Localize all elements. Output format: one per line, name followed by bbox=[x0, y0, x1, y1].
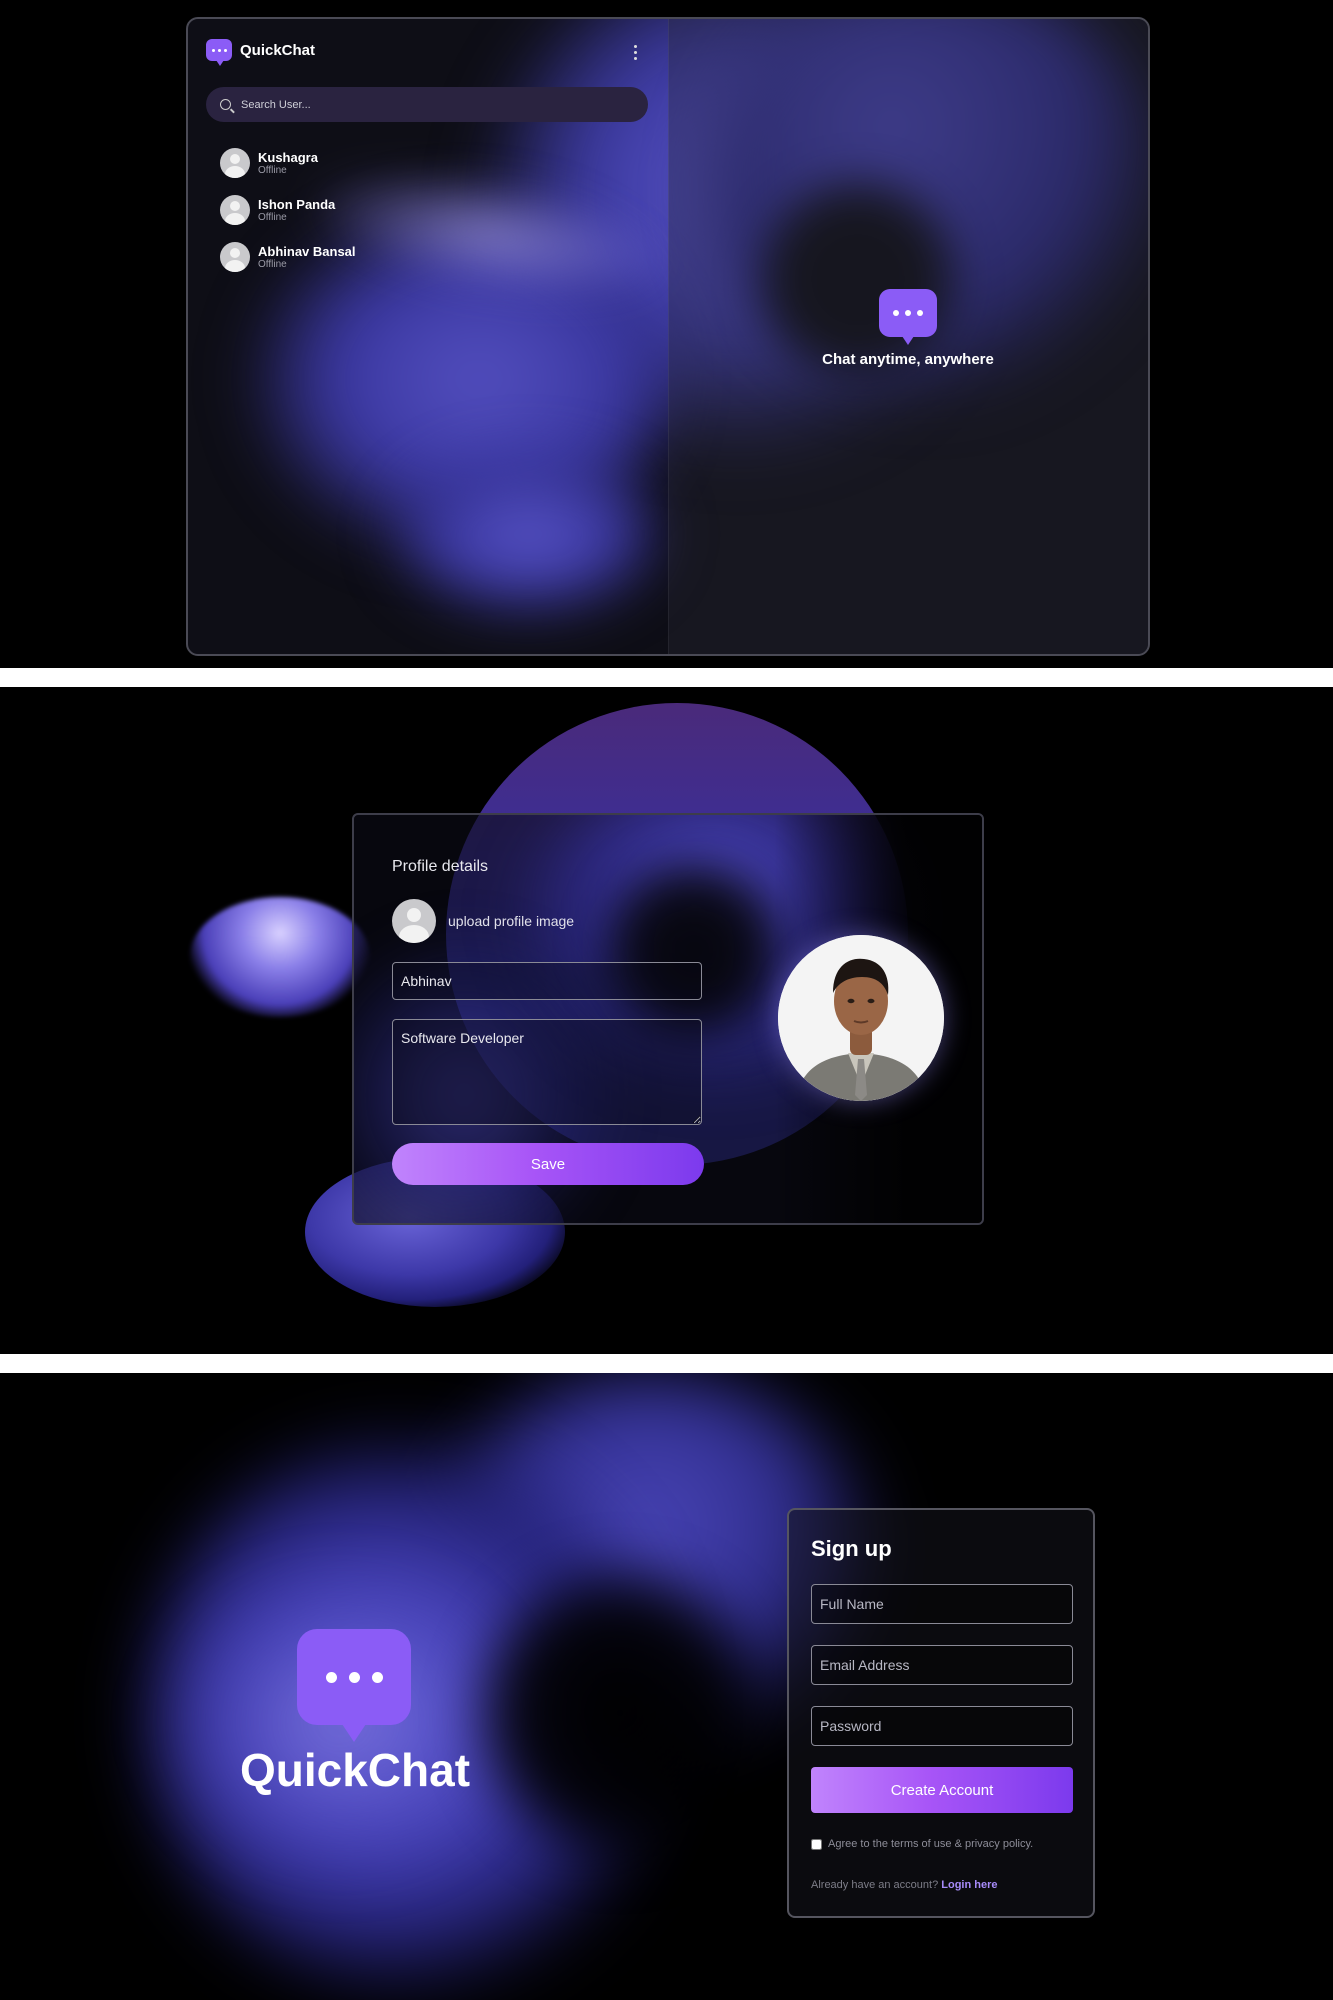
login-prompt: Already have an account? bbox=[811, 1879, 939, 1891]
save-button[interactable]: Save bbox=[392, 1143, 704, 1185]
terms-checkbox[interactable] bbox=[811, 1838, 822, 1850]
name-field[interactable] bbox=[392, 962, 702, 1000]
terms-row: Agree to the terms of use & privacy poli… bbox=[811, 1838, 1033, 1850]
list-item[interactable]: Ishon Panda Offline bbox=[220, 194, 356, 226]
chat-bubble-logo-icon bbox=[297, 1629, 411, 1742]
profile-screen: Profile details upload profile image Sof… bbox=[0, 687, 1333, 1354]
chat-window: QuickChat Kushagra Offline Ishon Panda O… bbox=[186, 17, 1150, 656]
user-name: Ishon Panda bbox=[258, 196, 336, 212]
background-shape bbox=[190, 897, 370, 1017]
sidebar-brand: QuickChat bbox=[206, 39, 316, 66]
signup-card: Sign up Create Account Agree to the term… bbox=[787, 1508, 1095, 1918]
chat-bubble-logo-icon bbox=[879, 289, 937, 345]
email-field[interactable] bbox=[811, 1645, 1073, 1685]
person-photo-icon bbox=[778, 935, 944, 1101]
chat-home-screen: QuickChat Kushagra Offline Ishon Panda O… bbox=[0, 0, 1333, 668]
list-item[interactable]: Abhinav Bansal Offline bbox=[220, 241, 356, 273]
user-name: Abhinav Bansal bbox=[258, 243, 356, 259]
avatar-icon bbox=[220, 242, 250, 272]
full-name-field[interactable] bbox=[811, 1584, 1073, 1624]
terms-label: Agree to the terms of use & privacy poli… bbox=[828, 1838, 1034, 1850]
bio-field[interactable]: Software Developer bbox=[392, 1019, 702, 1125]
upload-label: upload profile image bbox=[448, 913, 575, 929]
welcome-text: Chat anytime, anywhere bbox=[822, 351, 994, 368]
login-link[interactable]: Login here bbox=[941, 1879, 997, 1891]
avatar-icon bbox=[392, 899, 436, 943]
avatar-icon bbox=[220, 195, 250, 225]
list-item[interactable]: Kushagra Offline bbox=[220, 147, 356, 179]
create-account-button[interactable]: Create Account bbox=[811, 1767, 1073, 1813]
login-prompt-row: Already have an account? Login here bbox=[811, 1879, 998, 1891]
avatar-icon bbox=[220, 148, 250, 178]
user-status: Offline bbox=[258, 211, 287, 223]
card-glow bbox=[584, 855, 804, 1045]
user-status: Offline bbox=[258, 164, 287, 176]
search-icon bbox=[220, 99, 231, 110]
background-blob bbox=[460, 1553, 780, 1873]
form-title: Sign up bbox=[811, 1536, 892, 1561]
profile-photo bbox=[778, 935, 944, 1101]
user-status: Offline bbox=[258, 258, 287, 270]
page-title: Profile details bbox=[392, 858, 489, 875]
search-bar[interactable] bbox=[206, 87, 648, 122]
brand-name: QuickChat bbox=[239, 1744, 471, 1796]
welcome-placeholder: Chat anytime, anywhere bbox=[668, 289, 1148, 368]
user-name: Kushagra bbox=[258, 149, 318, 165]
signup-screen: QuickChat Sign up Create Account Agree t… bbox=[0, 1373, 1333, 2000]
upload-profile-image-button[interactable]: upload profile image bbox=[392, 899, 574, 943]
chat-bubble-logo-icon bbox=[206, 39, 232, 66]
vertical-dots-icon[interactable] bbox=[630, 45, 640, 60]
password-field[interactable] bbox=[811, 1706, 1073, 1746]
profile-card: Profile details upload profile image Sof… bbox=[352, 813, 984, 1225]
search-input[interactable] bbox=[239, 97, 623, 112]
app-name: QuickChat bbox=[240, 41, 316, 59]
user-list: Kushagra Offline Ishon Panda Offline Abh… bbox=[220, 147, 356, 288]
background-blob bbox=[388, 449, 668, 619]
